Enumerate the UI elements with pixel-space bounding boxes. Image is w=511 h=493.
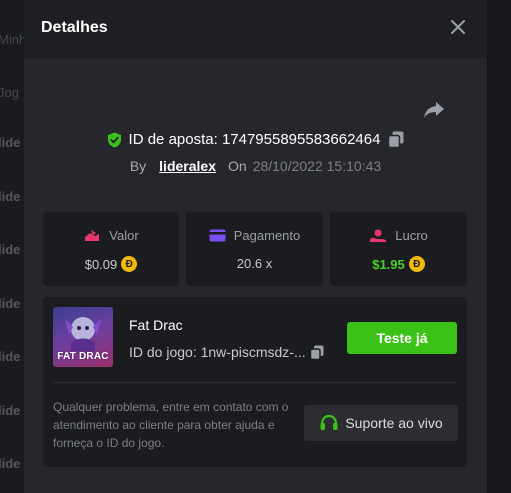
background-item: lide [0,189,21,204]
profit-hand-icon [370,229,387,242]
close-icon[interactable] [449,18,467,36]
stat-label: Valor [109,228,139,243]
stat-value: $1.95 [372,256,405,272]
copy-icon[interactable] [309,345,324,360]
verified-shield-icon [107,132,121,147]
live-support-button[interactable]: Suporte ao vivo [304,405,458,441]
game-card: FAT DRAC Fat Drac ID do jogo: 1nw-piscms… [43,297,467,467]
user-link[interactable]: lideralex [159,158,216,174]
stat-lucro: Lucro $1.95 Đ [330,212,467,286]
modal-title: Detalhes [41,19,108,36]
thumbnail-text: FAT DRAC [57,351,109,362]
try-now-button[interactable]: Teste já [347,322,457,354]
coin-icon: Đ [408,256,425,272]
stat-label: Pagamento [233,228,301,243]
stat-value: 20.6 x [236,256,273,271]
stat-label: Lucro [395,228,428,243]
help-text: Qualquer problema, entre em contato com … [53,400,289,450]
bet-value-icon [85,229,100,241]
modal-header: Detalhes [24,0,487,58]
game-name: Fat Drac [129,317,183,333]
coin-icon: Đ [121,256,138,272]
by-label: By [129,158,147,174]
stat-pagamento: Pagamento 20.6 x [186,212,323,286]
background-sidebar: Minh Jog lide lide lide lide lide lide l… [0,0,24,493]
game-thumbnail[interactable]: FAT DRAC [53,307,113,367]
bet-id-row: ID de aposta: 1747955895583662464 [24,131,487,148]
background-item: Minh [0,32,24,47]
background-item: lide [0,135,21,150]
background-item: lide [0,403,21,418]
share-icon[interactable] [422,99,446,121]
background-item: lide [0,296,21,311]
payout-card-icon [209,229,226,242]
background-item: lide [0,456,21,471]
stat-value: $0.09 [84,256,118,272]
divider [53,382,457,383]
bet-date: 28/10/2022 15:10:43 [252,158,382,174]
bet-author-row: By lideralex On 28/10/2022 15:10:43 [24,158,487,174]
game-id-row: ID do jogo: 1nw-piscmsdz-... [129,344,324,360]
bet-id-text: ID de aposta: 1747955895583662464 [128,131,381,148]
bet-details-modal: Detalhes ID de aposta: 17479558955836624… [24,0,487,493]
background-right [487,0,511,493]
background-item: lide [0,242,21,257]
copy-icon[interactable] [388,131,404,148]
background-item: Jog [0,85,19,100]
support-button-label: Suporte ao vivo [345,415,443,431]
on-label: On [228,158,247,174]
game-id-text: ID do jogo: 1nw-piscmsdz-... [129,344,306,360]
background-item: lide [0,349,21,364]
headset-icon [320,414,338,430]
stat-valor: Valor $0.09 Đ [43,212,179,286]
